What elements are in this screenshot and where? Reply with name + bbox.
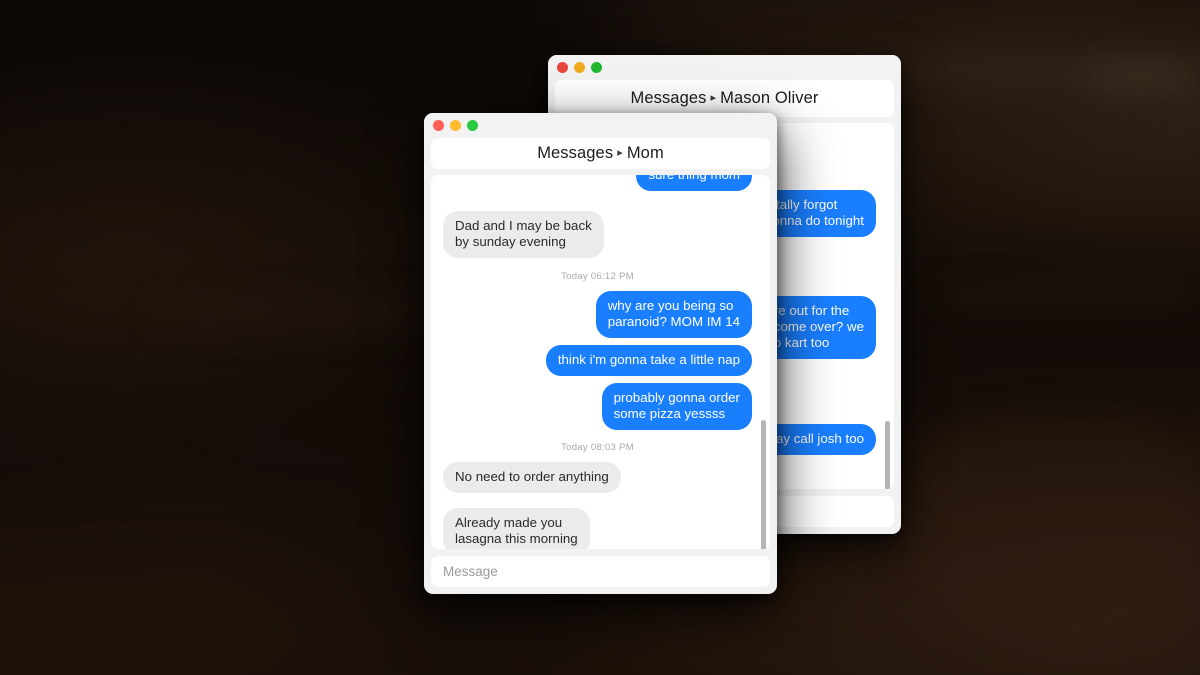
message-composer-mom[interactable]: Message — [431, 556, 770, 587]
message-bubble-outgoing: re out for the come over? we o kart too — [761, 296, 876, 359]
message-bubble-outgoing: why are you being so paranoid? MOM IM 14 — [595, 291, 752, 339]
contact-name-label: Mason Oliver — [720, 89, 819, 107]
message-row: No need to order anything — [443, 462, 752, 494]
message-row: Dad and I may be back by sunday evening — [443, 211, 752, 259]
app-name-label: Messages — [537, 144, 614, 163]
window-titlebar[interactable] — [424, 113, 777, 138]
composer-placeholder: Message — [443, 564, 498, 579]
message-bubble-outgoing: probably gonna order some pizza yessss — [601, 383, 752, 431]
message-bubble-outgoing: sure thing mom — [636, 175, 752, 192]
message-bubble-incoming: No need to order anything — [443, 462, 621, 494]
message-row: think i'm gonna take a little nap — [443, 345, 752, 377]
close-button[interactable] — [433, 120, 444, 131]
message-timestamp: Today 06:12 PM — [561, 271, 634, 283]
desktop-screen: Messages ▸ Mason Oliver totally forgot gon… — [0, 0, 1200, 675]
message-row: why are you being so paranoid? MOM IM 14 — [443, 291, 752, 339]
message-bubble-incoming: Dad and I may be back by sunday evening — [443, 211, 604, 259]
message-row: Already made you lasagna this morning — [443, 508, 752, 549]
maximize-button[interactable] — [467, 120, 478, 131]
conversation-header: Messages ▸ Mom — [431, 138, 770, 170]
message-row: probably gonna order some pizza yessss — [443, 383, 752, 431]
message-row: sure thing mom — [443, 175, 752, 192]
window-titlebar[interactable] — [548, 55, 901, 80]
conversation-title: Messages ▸ Mason Oliver — [630, 89, 818, 108]
breadcrumb-separator-icon: ▸ — [617, 147, 623, 160]
contact-name-label: Mom — [626, 144, 664, 163]
conversation-header: Messages ▸ Mason Oliver — [555, 80, 894, 117]
message-timestamp: Today 08:03 PM — [561, 442, 634, 454]
conversation-title: Messages ▸ Mom — [537, 144, 664, 163]
messages-window-mom[interactable]: Messages▸Mom sure thing mom Dad and I ma… — [424, 113, 777, 594]
message-thread-mom[interactable]: sure thing mom Dad and I may be back by … — [431, 175, 770, 549]
message-bubble-incoming: Already made you lasagna this morning — [443, 508, 590, 549]
maximize-button[interactable] — [591, 62, 602, 73]
app-name-label: Messages — [630, 89, 707, 107]
message-bubble-outgoing: ay call josh too — [764, 424, 876, 455]
breadcrumb-separator-icon: ▸ — [710, 92, 717, 105]
thread-scrollbar[interactable] — [761, 420, 766, 549]
minimize-button[interactable] — [450, 120, 461, 131]
message-bubble-outgoing: think i'm gonna take a little nap — [545, 345, 752, 377]
close-button[interactable] — [557, 62, 568, 73]
thread-scrollbar[interactable] — [885, 421, 890, 489]
minimize-button[interactable] — [574, 62, 585, 73]
